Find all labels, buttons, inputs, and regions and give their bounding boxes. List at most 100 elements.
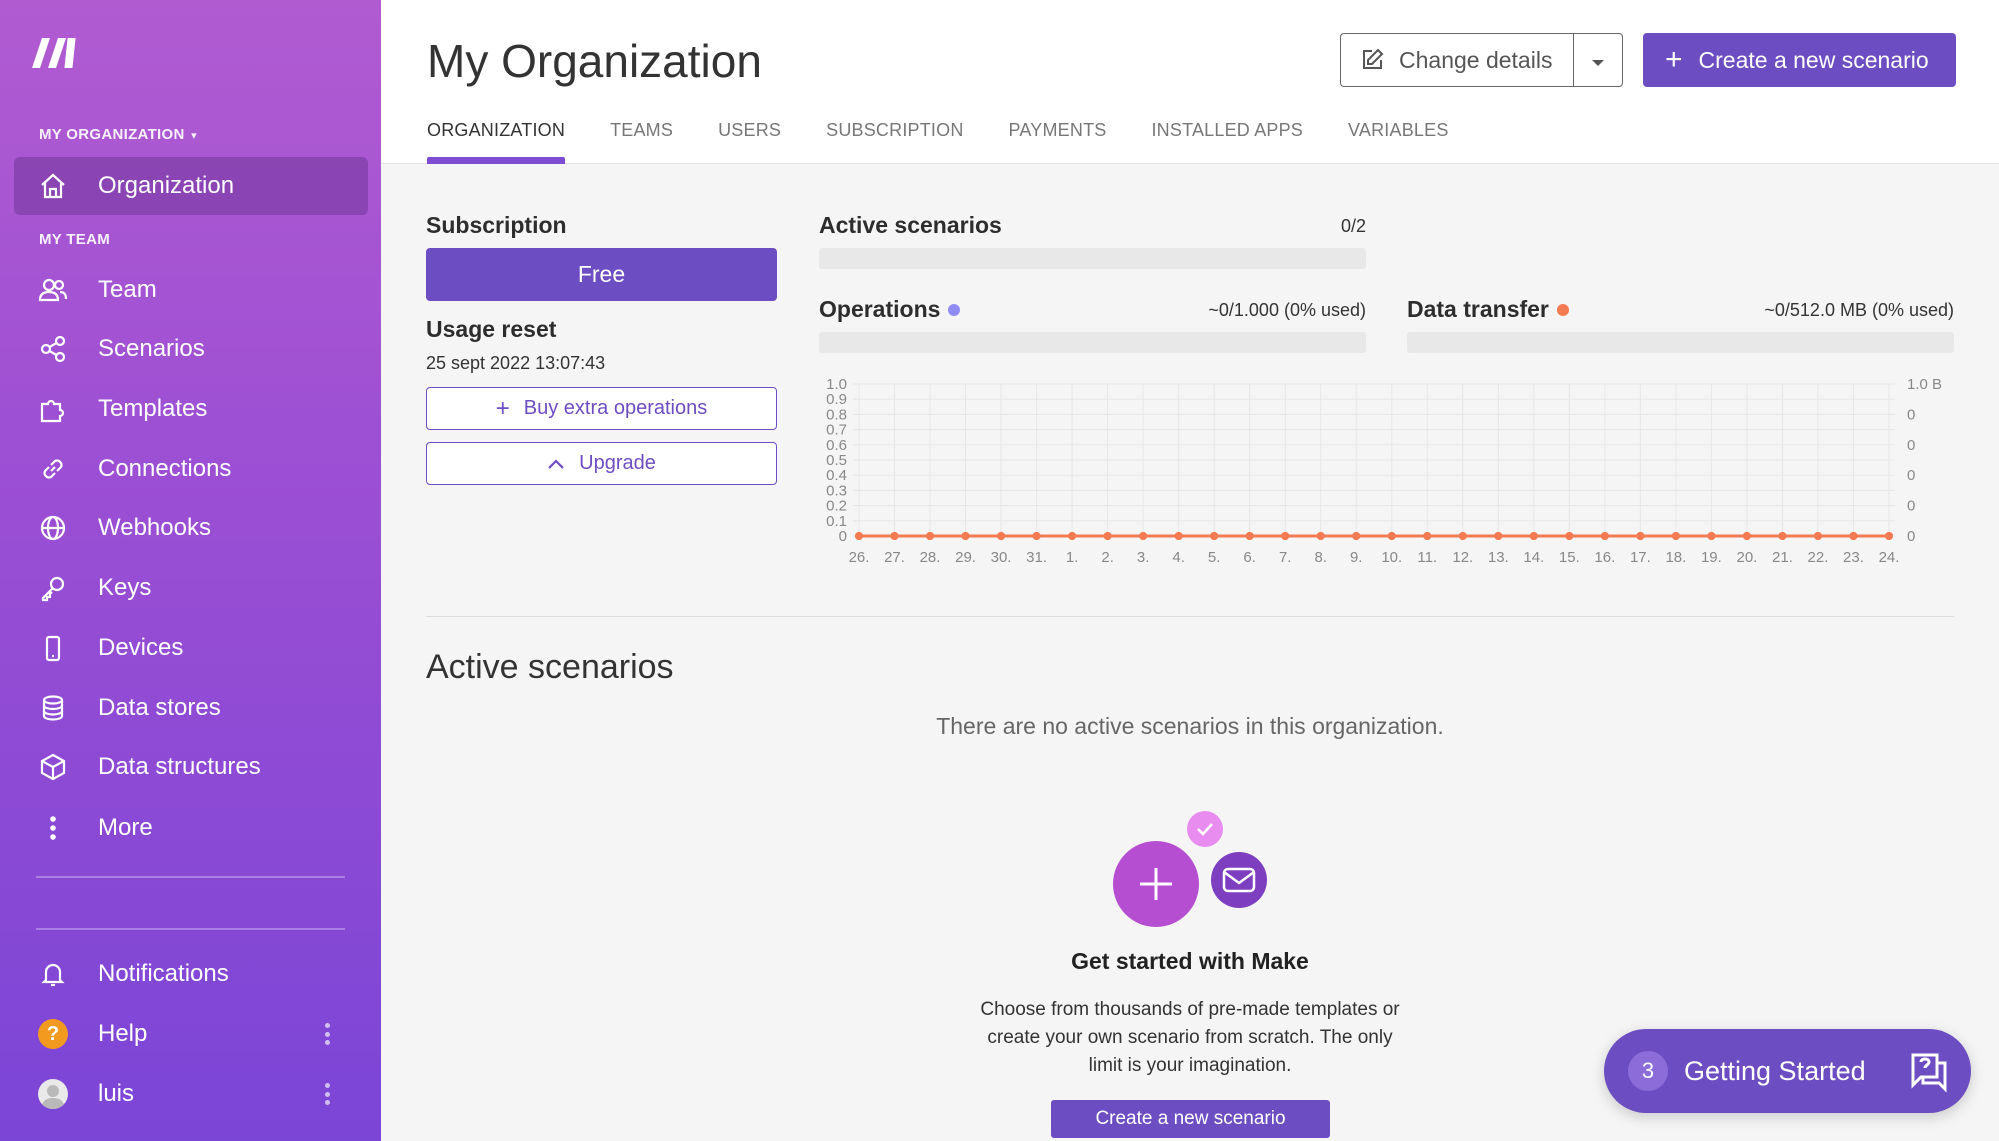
x-tick-label: 1. xyxy=(1066,549,1079,566)
key-icon xyxy=(36,571,70,605)
change-details-button[interactable]: Change details xyxy=(1340,33,1573,87)
x-tick-label: 27. xyxy=(884,549,905,566)
x-tick-label: 4. xyxy=(1172,549,1185,566)
y-tick-label-left: 0.6 xyxy=(826,437,847,454)
sidebar-item-label: Templates xyxy=(98,395,208,422)
get-started-title: Get started with Make xyxy=(1071,948,1309,974)
x-tick-label: 19. xyxy=(1701,549,1722,566)
sidebar-item-help[interactable]: ? Help xyxy=(14,1005,368,1063)
tab-teams[interactable]: TEAMS xyxy=(610,120,673,164)
sidebar: MY ORGANIZATION ▾ Organization MY TEAM T… xyxy=(0,0,381,1141)
page-title: My Organization xyxy=(427,35,762,87)
sidebar-item-label: Scenarios xyxy=(98,335,205,362)
sidebar-item-webhooks[interactable]: Webhooks xyxy=(14,499,368,557)
chat-help-icon[interactable] xyxy=(1907,1049,1951,1093)
x-tick-label: 23. xyxy=(1843,549,1864,566)
x-tick-label: 30. xyxy=(991,549,1012,566)
getting-started-widget[interactable]: 3 Getting Started xyxy=(1604,1029,1971,1113)
y-tick-label-left: 0 xyxy=(839,528,847,545)
data-point xyxy=(1245,532,1254,540)
active-scenarios-label: Active scenarios xyxy=(819,212,1002,238)
y-tick-label-left: 0.2 xyxy=(826,498,847,515)
sidebar-item-data-stores[interactable]: Data stores xyxy=(14,679,368,737)
user-menu-icon[interactable] xyxy=(324,1083,330,1105)
y-tick-label-left: 0.7 xyxy=(826,422,847,439)
tab-organization[interactable]: ORGANIZATION xyxy=(427,120,566,164)
get-started-create-button[interactable]: Create a new scenario xyxy=(1051,1100,1330,1138)
cube-icon xyxy=(36,750,70,784)
tab-installed-apps[interactable]: INSTALLED APPS xyxy=(1151,120,1303,164)
data-point xyxy=(1103,532,1112,540)
sidebar-item-keys[interactable]: Keys xyxy=(14,559,368,617)
data-point xyxy=(1387,532,1396,540)
section-divider xyxy=(426,616,1954,617)
sidebar-item-templates[interactable]: Templates xyxy=(14,380,368,438)
upgrade-button[interactable]: Upgrade xyxy=(426,442,777,485)
sidebar-item-label: Help xyxy=(98,1020,148,1047)
buy-extra-operations-button[interactable]: + Buy extra operations xyxy=(426,387,777,430)
org-switcher-label: MY ORGANIZATION xyxy=(39,126,185,143)
sidebar-item-notifications[interactable]: Notifications xyxy=(14,945,368,1003)
data-point xyxy=(1139,532,1148,540)
sidebar-item-user[interactable]: luis xyxy=(14,1065,368,1123)
page-header: My Organization Change details + Create … xyxy=(381,0,1999,164)
x-tick-label: 14. xyxy=(1523,549,1544,566)
active-scenarios-bar xyxy=(819,248,1366,269)
tab-bar: ORGANIZATION TEAMS USERS SUBSCRIPTION PA… xyxy=(427,120,1494,164)
change-details-dropdown[interactable] xyxy=(1573,33,1623,87)
tab-variables[interactable]: VARIABLES xyxy=(1348,120,1449,164)
make-logo[interactable] xyxy=(30,34,82,70)
plan-button[interactable]: Free xyxy=(426,248,777,301)
usage-reset-label: Usage reset xyxy=(426,316,557,342)
x-tick-label: 20. xyxy=(1737,549,1758,566)
data-point xyxy=(926,532,935,540)
y-tick-label-right: 0 xyxy=(1907,437,1915,454)
share-nodes-icon xyxy=(36,332,70,366)
create-scenario-button[interactable]: + Create a new scenario xyxy=(1643,33,1956,87)
x-tick-label: 15. xyxy=(1559,549,1580,566)
sidebar-item-label: Devices xyxy=(98,634,184,661)
data-point xyxy=(1032,532,1041,540)
x-tick-label: 29. xyxy=(955,549,976,566)
buy-extra-label: Buy extra operations xyxy=(523,397,708,419)
plus-icon: + xyxy=(1665,43,1683,76)
active-scenarios-heading: Active scenarios xyxy=(426,648,674,686)
sidebar-item-label: luis xyxy=(98,1080,135,1107)
sidebar-item-organization[interactable]: Organization xyxy=(14,157,368,215)
data-point xyxy=(1352,532,1361,540)
x-tick-label: 17. xyxy=(1630,549,1651,566)
x-tick-label: 16. xyxy=(1594,549,1615,566)
sidebar-item-label: Notifications xyxy=(98,960,229,987)
mobile-device-icon xyxy=(36,631,70,665)
help-menu-icon[interactable] xyxy=(324,1023,330,1045)
data-point xyxy=(890,532,899,540)
sidebar-item-more[interactable]: More xyxy=(14,799,368,857)
data-point xyxy=(1210,532,1219,540)
x-tick-label: 24. xyxy=(1879,549,1900,566)
mail-icon xyxy=(1211,852,1267,908)
sidebar-item-team[interactable]: Team xyxy=(14,261,368,319)
x-tick-label: 26. xyxy=(849,549,870,566)
y-tick-label-left: 1.0 xyxy=(826,376,847,393)
tab-payments[interactable]: PAYMENTS xyxy=(1009,120,1107,164)
help-icon-wrap: ? xyxy=(36,1017,70,1051)
sidebar-item-devices[interactable]: Devices xyxy=(14,619,368,677)
tab-subscription[interactable]: SUBSCRIPTION xyxy=(826,120,963,164)
x-tick-label: 5. xyxy=(1208,549,1221,566)
tab-users[interactable]: USERS xyxy=(718,120,781,164)
sidebar-item-label: Keys xyxy=(98,574,152,601)
subscription-label: Subscription xyxy=(426,212,567,238)
org-switcher[interactable]: MY ORGANIZATION ▾ xyxy=(39,126,197,143)
sidebar-item-scenarios[interactable]: Scenarios xyxy=(14,320,368,378)
y-tick-label-right: 0 xyxy=(1907,467,1915,484)
sidebar-item-label: Webhooks xyxy=(98,514,211,541)
sidebar-item-connections[interactable]: Connections xyxy=(14,440,368,498)
x-tick-label: 21. xyxy=(1772,549,1793,566)
y-tick-label-left: 0.4 xyxy=(826,467,847,484)
edit-icon xyxy=(1359,47,1385,73)
data-transfer-legend-dot xyxy=(1556,303,1569,316)
bell-icon xyxy=(36,957,70,991)
data-point xyxy=(1316,532,1325,540)
y-tick-label-left: 0.9 xyxy=(826,391,847,408)
sidebar-item-data-structures[interactable]: Data structures xyxy=(14,738,368,796)
